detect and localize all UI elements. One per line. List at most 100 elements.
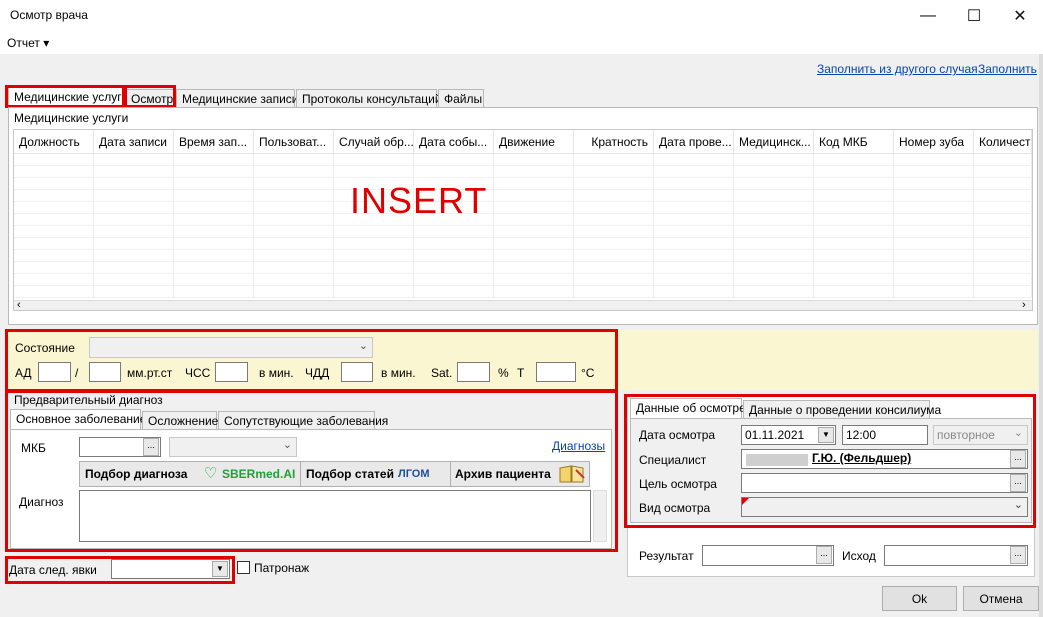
rr-input[interactable] [341,362,373,382]
table-cell [814,178,894,189]
specialist-browse-button[interactable]: ... [1010,450,1026,468]
table-cell [814,190,894,201]
table-cell [654,178,734,189]
patronage-label: Патронаж [254,561,310,575]
result-input[interactable]: ... [702,545,834,566]
table-cell [574,250,654,261]
grid-column-header[interactable]: Движение [494,130,574,154]
rr-unit-label: в мин. [381,366,416,380]
ad-systolic-input[interactable] [38,362,71,382]
table-cell [334,286,414,297]
chevron-down-icon: ⌄ [358,340,368,352]
grid-column-header[interactable]: Кратность [574,130,654,154]
fill-link[interactable]: Заполнить [978,62,1037,76]
grid-column-header[interactable]: Номер зуба [894,130,974,154]
table-cell [254,154,334,165]
grid-column-header[interactable]: Количеств [974,130,1032,154]
purpose-input[interactable]: ... [741,473,1028,493]
pick-articles-button[interactable]: Подбор статей ЛГОМ [301,462,451,486]
cancel-button[interactable]: Отмена [963,586,1039,611]
table-cell [574,166,654,177]
patient-archive-button[interactable]: Архив пациента [451,462,589,486]
kind-combo[interactable]: ⌄ [741,497,1028,517]
percent-label: % [498,366,509,380]
horizontal-scrollbar[interactable]: ‹ › [14,299,1032,310]
services-grid-body [14,154,1032,298]
table-cell [254,178,334,189]
insert-overlay-text: INSERT [350,180,488,221]
purpose-browse-button[interactable]: ... [1010,474,1026,492]
pick-diagnosis-button[interactable]: Подбор диагноза ♡ SBERmed.AI [80,462,301,486]
grid-column-header[interactable]: Должность [14,130,94,154]
table-cell [94,286,174,297]
mmhg-label: мм.рт.ст [127,366,173,380]
tab-consult-protocols[interactable]: Протоколы консультаций [296,89,442,107]
ad-diastolic-input[interactable] [89,362,121,382]
diagnosis-textarea[interactable] [79,490,591,542]
services-grid[interactable]: Должность Дата записи Время зап... Пользова… [13,129,1033,311]
table-cell [734,154,814,165]
grid-column-header[interactable]: Дата собы... [414,130,494,154]
patronage-checkbox[interactable] [237,561,250,574]
minimize-button[interactable]: — [905,0,951,32]
visit-type-combo[interactable]: повторное ⌄ [933,425,1028,445]
diagnosis-scrollbar[interactable] [593,490,607,542]
scroll-left-icon[interactable]: ‹ [17,299,21,310]
next-visit-date-input[interactable]: ▼ [111,559,230,579]
table-cell [734,286,814,297]
mkb-label: МКБ [21,441,46,455]
grid-column-header[interactable]: Пользоват... [254,130,334,154]
grid-column-header[interactable]: Код МКБ [814,130,894,154]
table-cell [814,202,894,213]
ad-label: АД [15,366,32,380]
table-cell [94,178,174,189]
ok-button[interactable]: Ok [882,586,957,611]
maximize-button[interactable]: ☐ [951,0,997,32]
result-browse-button[interactable]: ... [816,546,832,564]
table-cell [494,178,574,189]
close-button[interactable]: ✕ [997,0,1043,32]
specialist-label: Специалист [639,453,707,467]
sat-label: Sat. [431,366,453,380]
sat-input[interactable] [457,362,490,382]
hr-input[interactable] [215,362,248,382]
table-cell [14,166,94,177]
table-cell [14,202,94,213]
specialist-value[interactable]: Г.Ю. (Фельдшер) [812,451,911,465]
table-cell [814,262,894,273]
report-menu[interactable]: Отчет ▾ [7,36,49,50]
outcome-browse-button[interactable]: ... [1010,546,1026,564]
mkb-input[interactable]: ... [79,437,161,457]
temperature-label: Т [517,366,525,380]
grid-column-header[interactable]: Дата записи [94,130,174,154]
grid-column-header[interactable]: Дата прове... [654,130,734,154]
table-cell [254,190,334,201]
table-cell [494,190,574,201]
exam-date-input[interactable]: 01.11.2021 ▼ [741,425,836,445]
grid-column-header[interactable]: Время зап... [174,130,254,154]
tab-files[interactable]: Файлы [438,89,484,107]
scroll-right-icon[interactable]: › [1022,299,1026,310]
table-cell [574,178,654,189]
table-cell [894,166,974,177]
calendar-dropdown-icon[interactable]: ▼ [818,427,834,443]
outcome-input[interactable]: ... [884,545,1028,566]
table-cell [494,274,574,285]
table-cell [414,274,494,285]
diagnoses-link[interactable]: Диагнозы [552,439,605,453]
grid-column-header[interactable]: Случай обр... [334,130,414,154]
state-combo[interactable]: ⌄ [89,337,373,358]
table-cell [254,166,334,177]
table-cell [494,214,574,225]
grid-column-header[interactable]: Медицинск... [734,130,814,154]
specialist-input[interactable]: Г.Ю. (Фельдшер) ... [741,449,1028,469]
table-cell [254,214,334,225]
exam-time-input[interactable]: 12:00 [842,425,928,445]
mkb-browse-button[interactable]: ... [143,438,159,456]
fill-from-other-link[interactable]: Заполнить из другого случая [817,62,978,76]
calendar-dropdown-icon[interactable]: ▼ [212,561,228,577]
tab-medical-records[interactable]: Медицинские записи [176,89,299,107]
temperature-input[interactable] [536,362,576,382]
mkb-name-combo[interactable]: ⌄ [169,437,297,457]
table-cell [14,226,94,237]
